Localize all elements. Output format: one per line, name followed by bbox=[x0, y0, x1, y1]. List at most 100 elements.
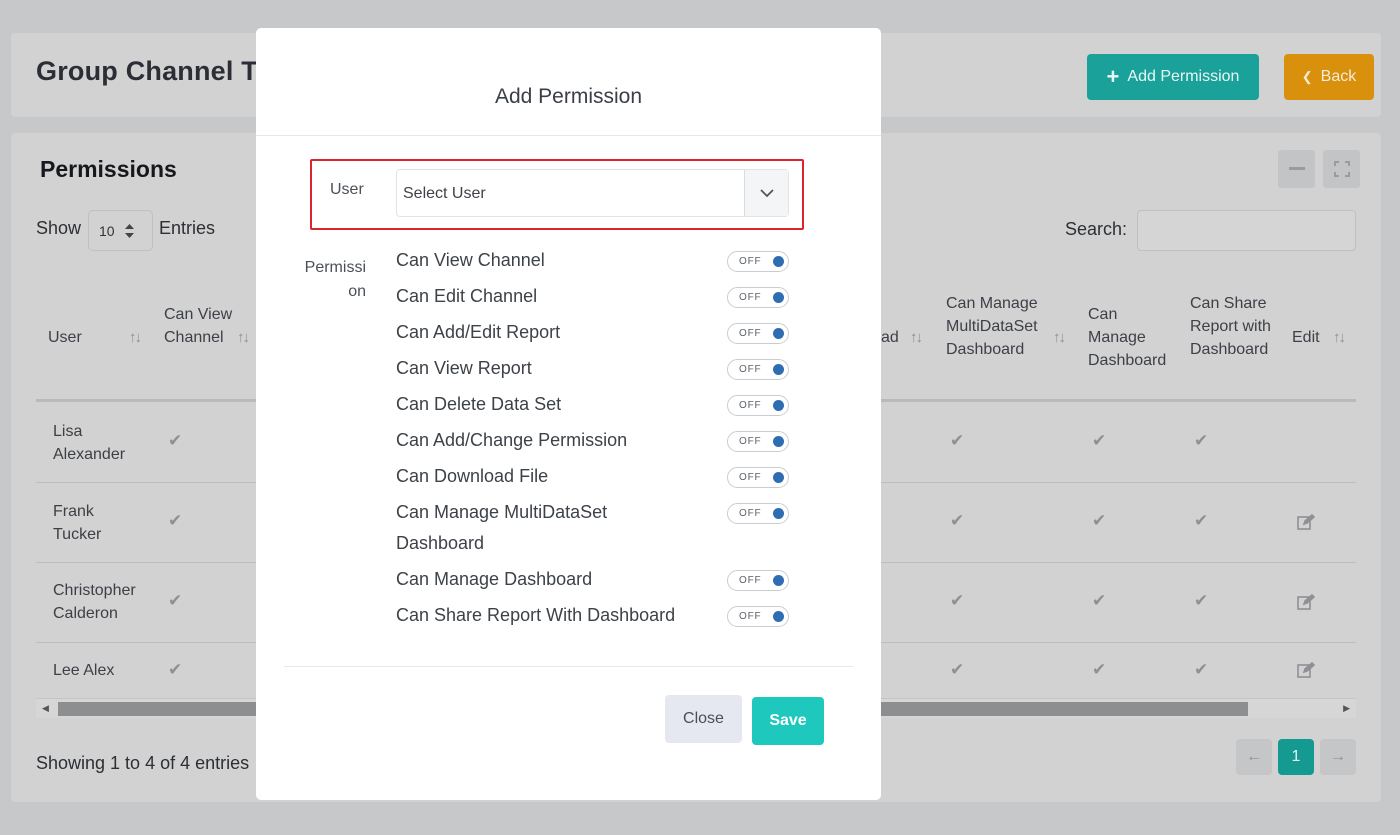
column-header-can-manage-dashboard[interactable]: Can Manage Dashboard bbox=[1088, 303, 1173, 372]
sort-icon[interactable]: ↑↓ bbox=[1053, 329, 1066, 346]
close-button[interactable]: Close bbox=[665, 695, 742, 743]
expand-icon bbox=[1333, 161, 1350, 177]
pagination-prev-button[interactable]: ← bbox=[1236, 739, 1272, 775]
check-icon: ✔ bbox=[1092, 511, 1107, 530]
arrow-right-icon: → bbox=[1330, 748, 1346, 765]
chevron-down-icon bbox=[759, 188, 774, 197]
sort-icon[interactable]: ↑↓ bbox=[1333, 329, 1346, 346]
check-icon: ✔ bbox=[168, 591, 183, 610]
permission-item-label: Can Manage MultiDataSet Dashboard bbox=[396, 502, 608, 553]
toggle-can-add-edit-report[interactable]: OFF bbox=[727, 323, 789, 344]
edit-icon[interactable] bbox=[1297, 662, 1315, 678]
page-title: Group Channel Te bbox=[36, 56, 272, 86]
edit-icon[interactable] bbox=[1297, 594, 1315, 610]
permission-item-label: Can Share Report With Dashboard bbox=[396, 605, 676, 625]
toggle-can-add-change-permission[interactable]: OFF bbox=[727, 431, 789, 452]
permission-item-label: Can Manage Dashboard bbox=[396, 569, 593, 589]
column-header-user[interactable]: User bbox=[48, 326, 82, 349]
collapse-button[interactable] bbox=[1278, 150, 1315, 188]
toggle-knob bbox=[773, 611, 784, 622]
table-row-user: Lisa Alexander bbox=[53, 423, 126, 463]
sort-icon[interactable]: ↑↓ bbox=[910, 329, 923, 346]
toggle-knob bbox=[773, 256, 784, 267]
scroll-left-icon[interactable]: ◀ bbox=[42, 703, 49, 714]
toggle-state-text: OFF bbox=[739, 400, 762, 411]
dropdown-toggle[interactable] bbox=[744, 170, 788, 216]
column-header-can-share-report[interactable]: Can Share Report with Dashboard bbox=[1190, 292, 1275, 361]
section-title: Permissions bbox=[40, 156, 177, 182]
permission-item-label: Can Download File bbox=[396, 466, 549, 486]
toggle-can-view-report[interactable]: OFF bbox=[727, 359, 789, 380]
table-row-user: Frank Tucker bbox=[53, 503, 102, 543]
entries-value: 10 bbox=[99, 222, 115, 239]
showing-entries-text: Showing 1 to 4 of 4 entries bbox=[36, 753, 250, 773]
chevron-left-icon: ❮ bbox=[1301, 69, 1313, 84]
pagination-page-button[interactable]: 1 bbox=[1278, 739, 1314, 775]
check-icon: ✔ bbox=[950, 511, 965, 530]
edit-icon[interactable] bbox=[1297, 514, 1315, 530]
toggle-knob bbox=[773, 508, 784, 519]
column-header-can-manage-multidataset-dashboard[interactable]: Can Manage MultiDataSet Dashboard bbox=[946, 292, 1056, 361]
check-icon: ✔ bbox=[1194, 660, 1209, 679]
toggle-state-text: OFF bbox=[739, 508, 762, 519]
permission-item-label: Can Edit Channel bbox=[396, 286, 538, 306]
check-icon: ✔ bbox=[950, 431, 965, 450]
plus-icon: + bbox=[1106, 64, 1120, 89]
fullscreen-button[interactable] bbox=[1323, 150, 1360, 188]
search-input[interactable] bbox=[1137, 210, 1356, 251]
toggle-state-text: OFF bbox=[739, 472, 762, 483]
entries-label: Entries bbox=[159, 218, 216, 238]
table-row-user: Lee Alex bbox=[53, 662, 115, 679]
back-button[interactable]: ❮ Back bbox=[1284, 54, 1374, 100]
save-button[interactable]: Save bbox=[752, 697, 824, 745]
check-icon: ✔ bbox=[1092, 591, 1107, 610]
check-icon: ✔ bbox=[1092, 431, 1107, 450]
check-icon: ✔ bbox=[168, 660, 183, 679]
modal-title: Add Permission bbox=[494, 85, 643, 108]
toggle-state-text: OFF bbox=[739, 292, 762, 303]
toggle-state-text: OFF bbox=[739, 364, 762, 375]
pagination-next-button[interactable]: → bbox=[1320, 739, 1356, 775]
toggle-can-manage-dashboard[interactable]: OFF bbox=[727, 570, 789, 591]
check-icon: ✔ bbox=[1092, 660, 1107, 679]
sort-icon[interactable]: ↑↓ bbox=[237, 329, 250, 346]
modal-footer-divider bbox=[284, 666, 853, 667]
toggle-knob bbox=[773, 400, 784, 411]
toggle-knob bbox=[773, 364, 784, 375]
toggle-can-share-report-with-dashboard[interactable]: OFF bbox=[727, 606, 789, 627]
toggle-knob bbox=[773, 292, 784, 303]
toggle-can-manage-multidataset-dashboard[interactable]: OFF bbox=[727, 503, 789, 524]
entries-select[interactable]: 10 bbox=[88, 210, 153, 251]
toggle-state-text: OFF bbox=[739, 328, 762, 339]
sort-icon[interactable]: ↑↓ bbox=[129, 329, 142, 346]
column-header-can-view-channel[interactable]: Can View Channel bbox=[164, 303, 239, 349]
toggle-state-text: OFF bbox=[739, 611, 762, 622]
toggle-state-text: OFF bbox=[739, 436, 762, 447]
user-label: User bbox=[330, 181, 364, 198]
toggle-can-download-file[interactable]: OFF bbox=[727, 467, 789, 488]
scroll-right-icon[interactable]: ▶ bbox=[1343, 703, 1350, 714]
user-select-value: Select User bbox=[403, 185, 486, 202]
user-select[interactable]: Select User bbox=[396, 169, 789, 217]
search-label: Search: bbox=[1065, 219, 1128, 239]
toggle-can-edit-channel[interactable]: OFF bbox=[727, 287, 789, 308]
add-permission-button[interactable]: + Add Permission bbox=[1087, 54, 1259, 100]
back-label: Back bbox=[1320, 68, 1357, 85]
arrow-left-icon: ← bbox=[1246, 748, 1262, 765]
column-header-download[interactable]: ad bbox=[881, 326, 899, 349]
add-permission-label: Add Permission bbox=[1127, 68, 1240, 85]
toggle-knob bbox=[773, 575, 784, 586]
toggle-can-view-channel[interactable]: OFF bbox=[727, 251, 789, 272]
sort-arrows-icon bbox=[124, 223, 134, 238]
show-label: Show bbox=[36, 218, 82, 238]
permission-item-label: Can Add/Edit Report bbox=[396, 322, 561, 342]
toggle-can-delete-data-set[interactable]: OFF bbox=[727, 395, 789, 416]
permission-item-label: Can Add/Change Permission bbox=[396, 430, 628, 450]
check-icon: ✔ bbox=[950, 660, 965, 679]
check-icon: ✔ bbox=[950, 591, 965, 610]
permission-item-label: Can View Channel bbox=[396, 250, 545, 270]
modal-header-divider bbox=[256, 135, 881, 136]
toggle-knob bbox=[773, 328, 784, 339]
permission-item-label: Can View Report bbox=[396, 358, 532, 378]
column-header-edit[interactable]: Edit bbox=[1292, 326, 1320, 349]
